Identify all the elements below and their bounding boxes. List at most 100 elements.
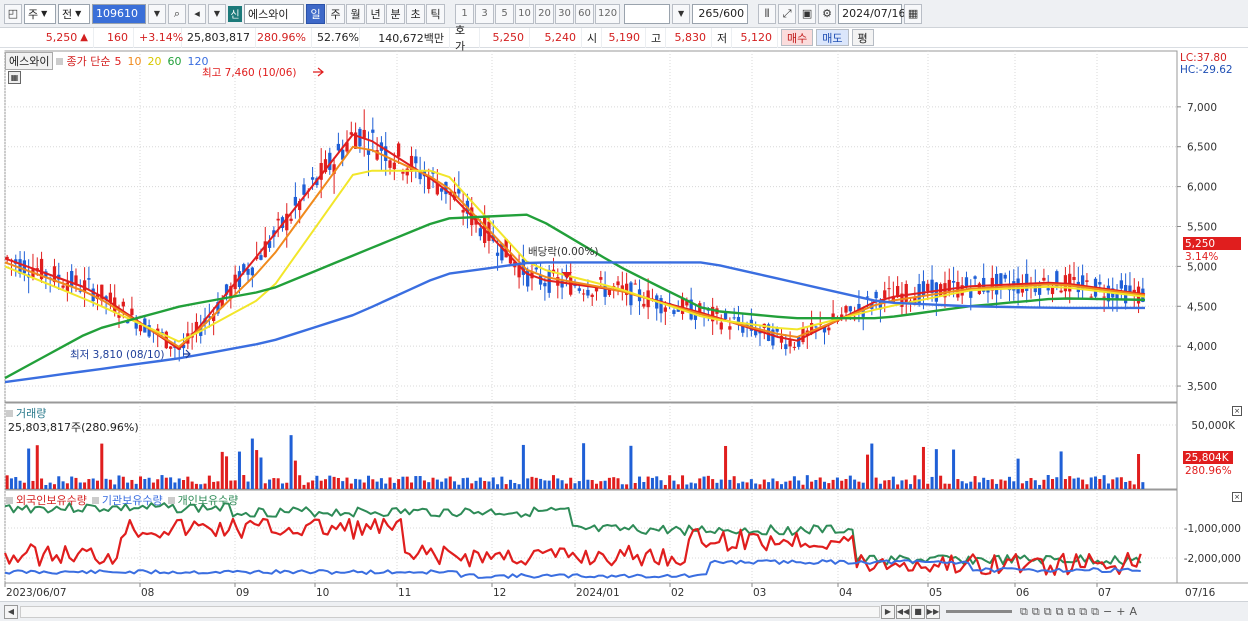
dropdown-button[interactable]: ▼ [672,3,691,24]
minute-step-120[interactable]: 120 [595,3,621,24]
sell-button[interactable]: 매도 [816,29,849,46]
dropdown-button[interactable]: ▼ [148,3,166,24]
minute-step-30[interactable]: 30 [555,3,574,24]
low-price: 5,120 [732,27,778,48]
ma60-label: 60 [167,54,182,68]
volume-bar [117,475,121,489]
volume-bar [939,475,943,489]
candle-body [642,303,646,307]
dividend-annotation: 배당락(0.00%) [528,246,599,258]
quote-bar: 5,250 ▲ 160 +3.14% 25,803,817 280.96% 52.… [0,24,1248,53]
layout-icon[interactable]: ⧉ [1044,605,1052,619]
close-pane-icon[interactable]: × [1232,406,1242,416]
rewind-icon[interactable]: ◀◀ [896,604,910,619]
minute-step-1[interactable]: 1 [455,3,474,24]
volume-bar [237,451,241,489]
tab-period-4[interactable]: 분 [386,3,405,24]
volume-bar [521,444,525,489]
minute-step-3[interactable]: 3 [475,3,494,24]
volume-bar [1042,479,1046,489]
volume-bar [306,482,310,489]
plus-icon[interactable]: + [1116,605,1125,618]
stock-code-input[interactable]: 109610 [92,3,146,24]
font-size-icon[interactable]: A [1129,605,1137,618]
chart-svg[interactable]: 7,000 6,500 6,000 5,500 5,000 4,500 4,000 3,500… [0,49,1248,601]
draw-tool-icon[interactable]: ⤢ [778,3,797,24]
x-axis-label: 02 [671,587,684,599]
count-field[interactable]: 265/600 [692,3,749,24]
market2-select[interactable]: 전 ▼ [58,3,90,24]
volume-bar [392,482,396,489]
volume-bar [362,482,366,489]
stop-icon[interactable]: ■ [911,604,925,619]
date-input[interactable]: 2024/07/16 [838,3,906,24]
volume-bar [874,477,878,489]
stock-name-field[interactable]: 에스와이 [244,3,304,24]
minute-step-20[interactable]: 20 [535,3,554,24]
candle-body [293,196,298,206]
tab-period-1[interactable]: 주 [326,3,345,24]
tab-period-6[interactable]: 틱 [426,3,445,24]
scroll-left-icon[interactable]: ◀ [4,604,18,619]
volume-bar [1106,483,1110,489]
volume-bar [861,482,865,489]
search-icon[interactable]: ⌕ [168,3,186,24]
buy-button[interactable]: 매수 [781,29,814,46]
layout-icon[interactable]: ⧉ [1067,605,1075,619]
calendar-icon[interactable]: ▦ [904,3,923,24]
volume-bar [681,475,685,489]
candle-body [865,296,870,298]
tab-period-0[interactable]: 일 [306,3,325,24]
minus-icon[interactable]: − [1103,605,1112,618]
chevron-down-icon[interactable]: ▼ [208,3,226,24]
chart-area: 7,000 6,500 6,000 5,500 5,000 4,500 4,000 3,500… [0,49,1248,601]
minute-step-5[interactable]: 5 [495,3,514,24]
layout-icon[interactable]: ⧉ [1020,605,1028,619]
volume-bar [203,483,207,489]
fast-forward-icon[interactable]: ▶▶ [926,604,940,619]
layout-icon[interactable]: ⧉ [1056,605,1064,619]
volume-bar [633,482,637,489]
candle-body [973,276,977,279]
volume-bar [302,484,306,489]
tab-period-3[interactable]: 년 [366,3,385,24]
tab-period-5[interactable]: 초 [406,3,425,24]
zoom-slider[interactable] [946,610,1012,613]
horizontal-scrollbar[interactable] [20,605,880,618]
stock-tab[interactable]: 에스와이 [5,52,54,70]
scroll-right-icon[interactable]: ▶ [881,604,895,619]
close-pane-icon[interactable]: × [1232,492,1242,502]
ma-title: 종가 단순 [66,55,111,68]
volume-bar [878,483,882,489]
volume-bar [1007,476,1011,489]
volume-bar [44,484,48,489]
candle-body [723,312,728,319]
layout-icon[interactable]: ⧉ [1032,605,1040,619]
minute-step-10[interactable]: 10 [515,3,534,24]
candle-type-icon[interactable]: ⫴ [758,3,777,24]
new-badge: 신 [228,5,242,22]
layout-icon[interactable]: ⧉ [1079,605,1087,619]
save-icon[interactable]: ▣ [798,3,817,24]
volume-bar [913,475,917,489]
minute-input[interactable] [624,3,671,24]
calculator-icon[interactable]: ▦ [8,71,21,84]
gear-icon[interactable]: ⚙ [818,3,837,24]
count-value: 265 [698,7,720,20]
window-icon[interactable]: ◰ [4,3,22,24]
volume-bar [143,479,147,489]
volume-bar [1089,477,1093,489]
volume-bar [1119,477,1123,489]
volume-value-label: 25,803,817주(280.96%) [8,421,139,434]
volume-bar [736,483,740,489]
candle-body [87,278,91,280]
speaker-icon[interactable]: ◂ [188,3,206,24]
volume-bar [336,478,340,489]
volume-bar [650,477,654,489]
tab-period-2[interactable]: 월 [346,3,365,24]
layout-icon[interactable]: ⧉ [1091,605,1099,619]
flat-button[interactable]: 평 [851,29,874,46]
minute-step-60[interactable]: 60 [575,3,594,24]
candle-body [495,252,500,256]
market-select[interactable]: 주 ▼ [24,3,56,24]
